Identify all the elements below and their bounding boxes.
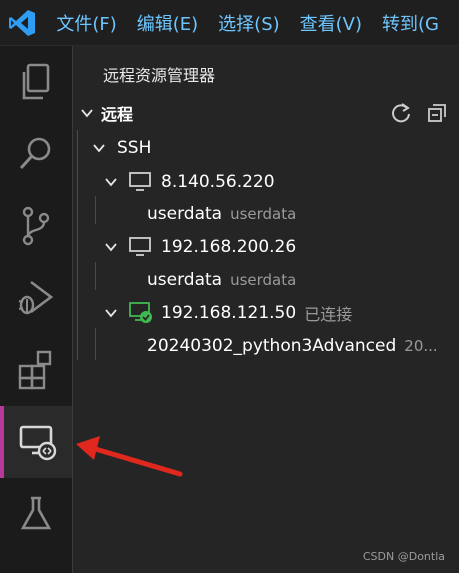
chevron-down-icon — [81, 109, 93, 118]
chevron-down-icon — [105, 178, 117, 187]
run-debug-icon — [18, 280, 54, 315]
menu-edit[interactable]: 编辑(E) — [137, 10, 198, 36]
extensions-button[interactable] — [0, 334, 72, 406]
section-actions — [390, 102, 448, 124]
menu-go[interactable]: 转到(G — [382, 10, 439, 36]
menu-view[interactable]: 查看(V) — [300, 10, 362, 36]
remote-explorer-button[interactable] — [0, 406, 72, 478]
files-icon — [22, 63, 50, 100]
folder-label: 20240302_python3Advanced — [147, 336, 397, 356]
tree-row-folder[interactable]: userdata userdata — [73, 198, 459, 230]
folder-description: userdata — [230, 205, 297, 223]
section-header-remote[interactable]: 远程 — [73, 98, 459, 128]
watermark: CSDN @Dontla — [362, 550, 445, 563]
search-icon — [19, 137, 51, 170]
sidebar-title: 远程资源管理器 — [103, 66, 216, 85]
tree-label-ssh: SSH — [117, 138, 152, 158]
chevron-down-icon — [105, 243, 117, 252]
search-button[interactable] — [0, 118, 72, 190]
tree-row-host[interactable]: 192.168.200.26 — [73, 231, 459, 263]
refresh-icon[interactable] — [390, 102, 412, 124]
tree-row-host-connected[interactable]: 192.168.121.50 已连接 — [73, 297, 459, 329]
extensions-icon — [18, 350, 52, 390]
remote-explorer-icon — [19, 425, 57, 461]
tree-row-ssh[interactable]: SSH — [73, 132, 459, 164]
source-control-button[interactable] — [0, 190, 72, 262]
flask-icon — [20, 496, 52, 530]
folder-label: userdata — [147, 270, 223, 290]
folder-description: 20... — [404, 337, 438, 355]
chevron-down-icon — [93, 144, 105, 153]
run-debug-button[interactable] — [0, 262, 72, 334]
menu-bar: 文件(F) 编辑(E) 选择(S) 查看(V) 转到(G — [0, 0, 459, 46]
section-title: 远程 — [101, 105, 134, 124]
monitor-connected-icon — [129, 302, 152, 323]
vscode-logo-icon — [0, 0, 44, 46]
annotation-arrow — [76, 436, 183, 477]
menu-file[interactable]: 文件(F) — [56, 10, 116, 36]
host-label: 8.140.56.220 — [161, 172, 275, 192]
host-label: 192.168.121.50 — [161, 303, 297, 323]
host-label: 192.168.200.26 — [161, 237, 297, 257]
activity-bar — [0, 46, 72, 573]
folder-label: userdata — [147, 204, 223, 224]
tree-row-folder[interactable]: 20240302_python3Advanced 20... — [73, 330, 459, 362]
collapse-all-icon[interactable] — [426, 102, 448, 124]
tree-row-host[interactable]: 8.140.56.220 — [73, 166, 459, 198]
explorer-button[interactable] — [0, 46, 72, 118]
remote-explorer-sidebar: 远程资源管理器 远程 SSH 8.140.56.220 userdata use… — [72, 46, 459, 573]
testing-button[interactable] — [0, 478, 72, 550]
source-control-icon — [22, 206, 50, 246]
connection-status: 已连接 — [304, 305, 353, 324]
monitor-icon — [129, 237, 151, 256]
chevron-down-icon — [105, 309, 117, 318]
menu-selection[interactable]: 选择(S) — [218, 10, 279, 36]
tree-row-folder[interactable]: userdata userdata — [73, 264, 459, 296]
folder-description: userdata — [230, 271, 297, 289]
monitor-icon — [129, 172, 151, 191]
